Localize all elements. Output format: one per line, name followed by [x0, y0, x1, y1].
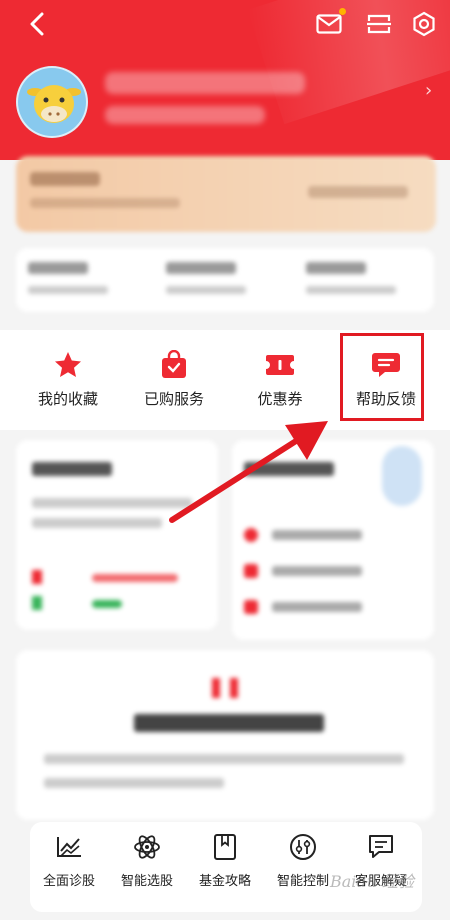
favorites-label: 我的收藏	[37, 390, 98, 408]
coupons-button[interactable]: 优惠券	[224, 330, 336, 430]
settings-icon[interactable]	[408, 8, 440, 40]
back-icon[interactable]	[22, 8, 54, 40]
stock-analysis-card[interactable]	[16, 440, 218, 630]
favorites-button[interactable]: 我的收藏	[12, 330, 124, 430]
atom-icon	[132, 832, 162, 862]
vip-banner[interactable]	[16, 156, 436, 232]
promo-card[interactable]	[16, 650, 434, 820]
full-diagnosis-button[interactable]: 全面诊股	[30, 832, 108, 902]
account-stats-card[interactable]	[16, 248, 434, 312]
smart-stock-pick-button[interactable]: 智能选股	[108, 832, 186, 902]
bottom-tools-bar: 全面诊股 智能选股 基金攻略 智能控制 客服解疑	[30, 822, 422, 912]
my-investment-card[interactable]	[232, 440, 434, 640]
shopping-bag-icon	[157, 348, 191, 382]
avatar[interactable]	[16, 66, 88, 138]
profile-chevron-icon[interactable]: ›	[425, 80, 432, 101]
coupon-icon	[263, 348, 297, 382]
smart-control-label: 智能控制	[276, 874, 329, 889]
scan-icon[interactable]	[363, 8, 395, 40]
fund-guide-button[interactable]: 基金攻略	[186, 832, 264, 902]
chart-diagnosis-icon	[54, 832, 84, 862]
highlight-box	[340, 333, 424, 421]
star-icon	[51, 348, 85, 382]
username-blurred	[105, 72, 305, 94]
watermark: Baidu 经验	[330, 872, 415, 891]
smart-stock-pick-label: 智能选股	[120, 874, 173, 889]
message-icon	[366, 832, 396, 862]
coupons-label: 优惠券	[257, 390, 303, 408]
user-tags-blurred	[105, 106, 265, 124]
control-knobs-icon	[288, 832, 318, 862]
fund-guide-label: 基金攻略	[198, 874, 251, 889]
purchased-services-button[interactable]: 已购服务	[118, 330, 230, 430]
notification-dot	[339, 8, 346, 15]
full-diagnosis-label: 全面诊股	[42, 874, 95, 889]
purchased-services-label: 已购服务	[143, 390, 204, 408]
bookmark-book-icon	[210, 832, 240, 862]
